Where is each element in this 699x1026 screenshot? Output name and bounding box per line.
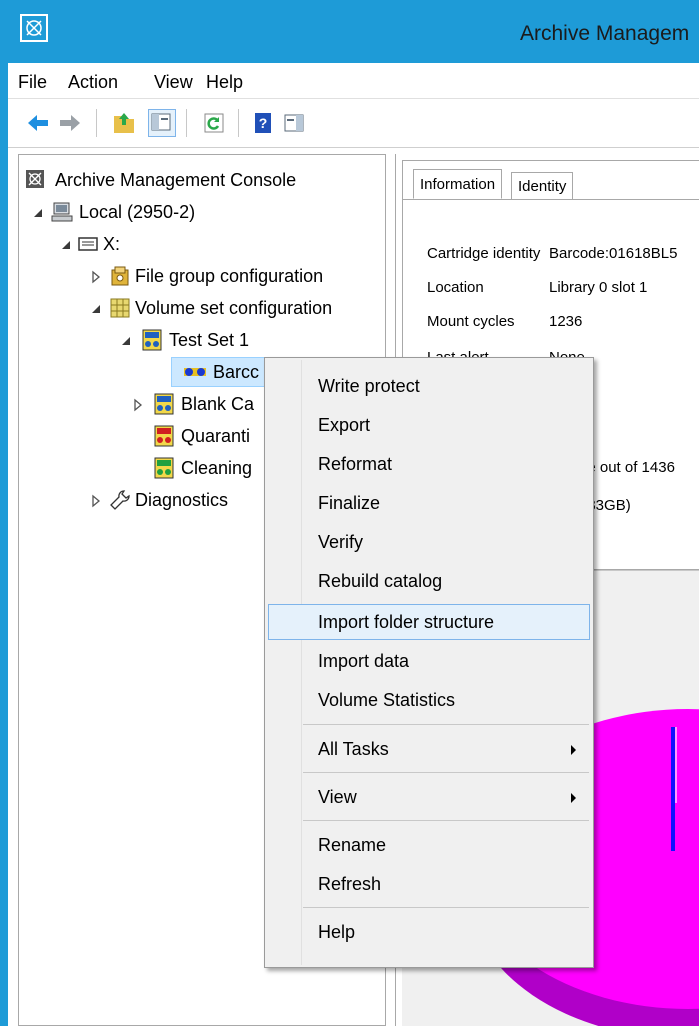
info-label-mount-cycles: Mount cycles: [427, 313, 515, 330]
help-icon[interactable]: ?: [252, 111, 276, 135]
menu-item-import-folder-structure[interactable]: Import folder structure: [268, 604, 590, 640]
submenu-arrow-icon: [571, 793, 576, 803]
collapsed-arrow-icon[interactable]: [131, 396, 145, 412]
submenu-arrow-icon: [571, 745, 576, 755]
menu-item-label: All Tasks: [318, 739, 389, 759]
back-arrow-icon[interactable]: [26, 111, 50, 135]
app-icon[interactable]: [20, 14, 48, 42]
tree-label-blank: Blank Ca: [181, 394, 255, 414]
tape-set-icon: [153, 393, 175, 415]
info-value-mount-cycles: 1236: [549, 313, 583, 330]
menu-item-reformat[interactable]: Reformat: [268, 446, 590, 482]
tab-information[interactable]: Information: [413, 169, 503, 199]
wrench-icon: [109, 489, 131, 511]
menu-separator: [303, 820, 589, 821]
tree-label-volume-set: Volume set configuration: [135, 298, 333, 318]
expanded-arrow-icon[interactable]: [59, 236, 73, 250]
tape-cartridge-icon: [183, 361, 206, 383]
collapsed-arrow-icon[interactable]: [89, 492, 103, 508]
tree-label-barcode: Barcc: [213, 362, 260, 382]
menu-item-label: Export: [318, 415, 371, 435]
menu-item-label: Verify: [318, 532, 364, 552]
menu-separator: [303, 907, 589, 908]
menu-item-refresh[interactable]: Refresh: [268, 866, 590, 902]
menu-item-all-tasks[interactable]: All Tasks: [268, 731, 590, 767]
tab-identity[interactable]: Identity: [511, 172, 574, 199]
pie-slice-free: [671, 727, 675, 851]
window-left-edge: [0, 0, 8, 1026]
window-title: Archive Managem: [520, 22, 690, 45]
menu-item-label: Import folder structure: [318, 612, 495, 632]
svg-text:?: ?: [259, 115, 268, 131]
menu-item-label: Write protect: [318, 376, 420, 396]
toolbar: ?: [8, 99, 699, 148]
volume-set-icon: [109, 297, 131, 319]
forward-arrow-icon[interactable]: [58, 111, 82, 135]
menu-item-help[interactable]: Help: [268, 914, 590, 950]
menu-item-label: Finalize: [318, 493, 381, 513]
menu-item-volume-statistics[interactable]: Volume Statistics: [268, 682, 590, 718]
menu-item-label: Import data: [318, 651, 410, 671]
menu-item-label: Reformat: [318, 454, 393, 474]
tree-label-diagnostics: Diagnostics: [135, 490, 229, 510]
menu-item-label: Help: [318, 922, 356, 942]
file-group-icon: [109, 265, 131, 287]
menu-item-label: Rename: [318, 835, 387, 855]
refresh-icon[interactable]: [202, 111, 226, 135]
drive-icon: [77, 233, 99, 255]
toolbar-separator: [238, 109, 239, 137]
expanded-arrow-icon[interactable]: [89, 300, 103, 314]
info-value-location: Library 0 slot 1: [549, 279, 648, 296]
menu-item-finalize[interactable]: Finalize: [268, 485, 590, 521]
tree-label-root: Archive Management Console: [55, 170, 297, 190]
toolbar-separator: [186, 109, 187, 137]
up-folder-icon[interactable]: [112, 111, 136, 135]
context-menu: Write protect Export Reformat Finalize V…: [264, 357, 594, 968]
menu-item-rename[interactable]: Rename: [268, 827, 590, 863]
menu-item-import-data[interactable]: Import data: [268, 643, 590, 679]
tree-label-local: Local (2950-2): [79, 202, 196, 222]
menu-item-rebuild-catalog[interactable]: Rebuild catalog: [268, 563, 590, 599]
menu-file[interactable]: File: [18, 72, 47, 93]
pie-slice-free-highlight: [675, 727, 677, 803]
collapsed-arrow-icon[interactable]: [89, 268, 103, 284]
console-icon: [25, 169, 47, 191]
show-hide-tree-icon[interactable]: [148, 109, 176, 137]
toolbar-separator: [96, 109, 97, 137]
tree-label-drive: X:: [103, 234, 121, 254]
menu-item-view[interactable]: View: [268, 779, 590, 815]
info-value-cartridge-identity: Barcode:01618BL5: [549, 245, 678, 262]
menu-bar: File Action View Help: [8, 63, 699, 99]
title-bar[interactable]: Archive Managem: [8, 0, 699, 63]
action-pane-icon[interactable]: [282, 111, 306, 135]
cleaning-set-icon: [153, 457, 175, 479]
tree-label-file-group: File group configuration: [135, 266, 324, 286]
menu-separator: [303, 772, 589, 773]
tree-label-test-set: Test Set 1: [169, 330, 250, 350]
tab-divider: [403, 199, 699, 200]
menu-item-label: Refresh: [318, 874, 382, 894]
info-label-location: Location: [427, 279, 484, 296]
menu-action[interactable]: Action: [68, 72, 118, 93]
menu-view[interactable]: View: [154, 72, 193, 93]
quarantine-set-icon: [153, 425, 175, 447]
menu-separator: [303, 724, 589, 725]
menu-item-write-protect[interactable]: Write protect: [268, 368, 590, 404]
info-label-cartridge-identity: Cartridge identity: [427, 245, 541, 262]
tree-label-quarantine: Quaranti: [181, 426, 251, 446]
menu-item-label: Rebuild catalog: [318, 571, 443, 591]
expanded-arrow-icon[interactable]: [31, 204, 45, 218]
menu-item-export[interactable]: Export: [268, 407, 590, 443]
expanded-arrow-icon[interactable]: [119, 332, 133, 346]
mmc-window: Archive Managem File Action View Help ?: [8, 0, 699, 1026]
menu-item-verify[interactable]: Verify: [268, 524, 590, 560]
computer-icon: [51, 201, 73, 223]
menu-help[interactable]: Help: [206, 72, 243, 93]
menu-item-label: View: [318, 787, 357, 807]
tree-label-cleaning: Cleaning: [181, 458, 253, 478]
tape-set-icon: [141, 329, 163, 351]
menu-item-label: Volume Statistics: [318, 690, 456, 710]
